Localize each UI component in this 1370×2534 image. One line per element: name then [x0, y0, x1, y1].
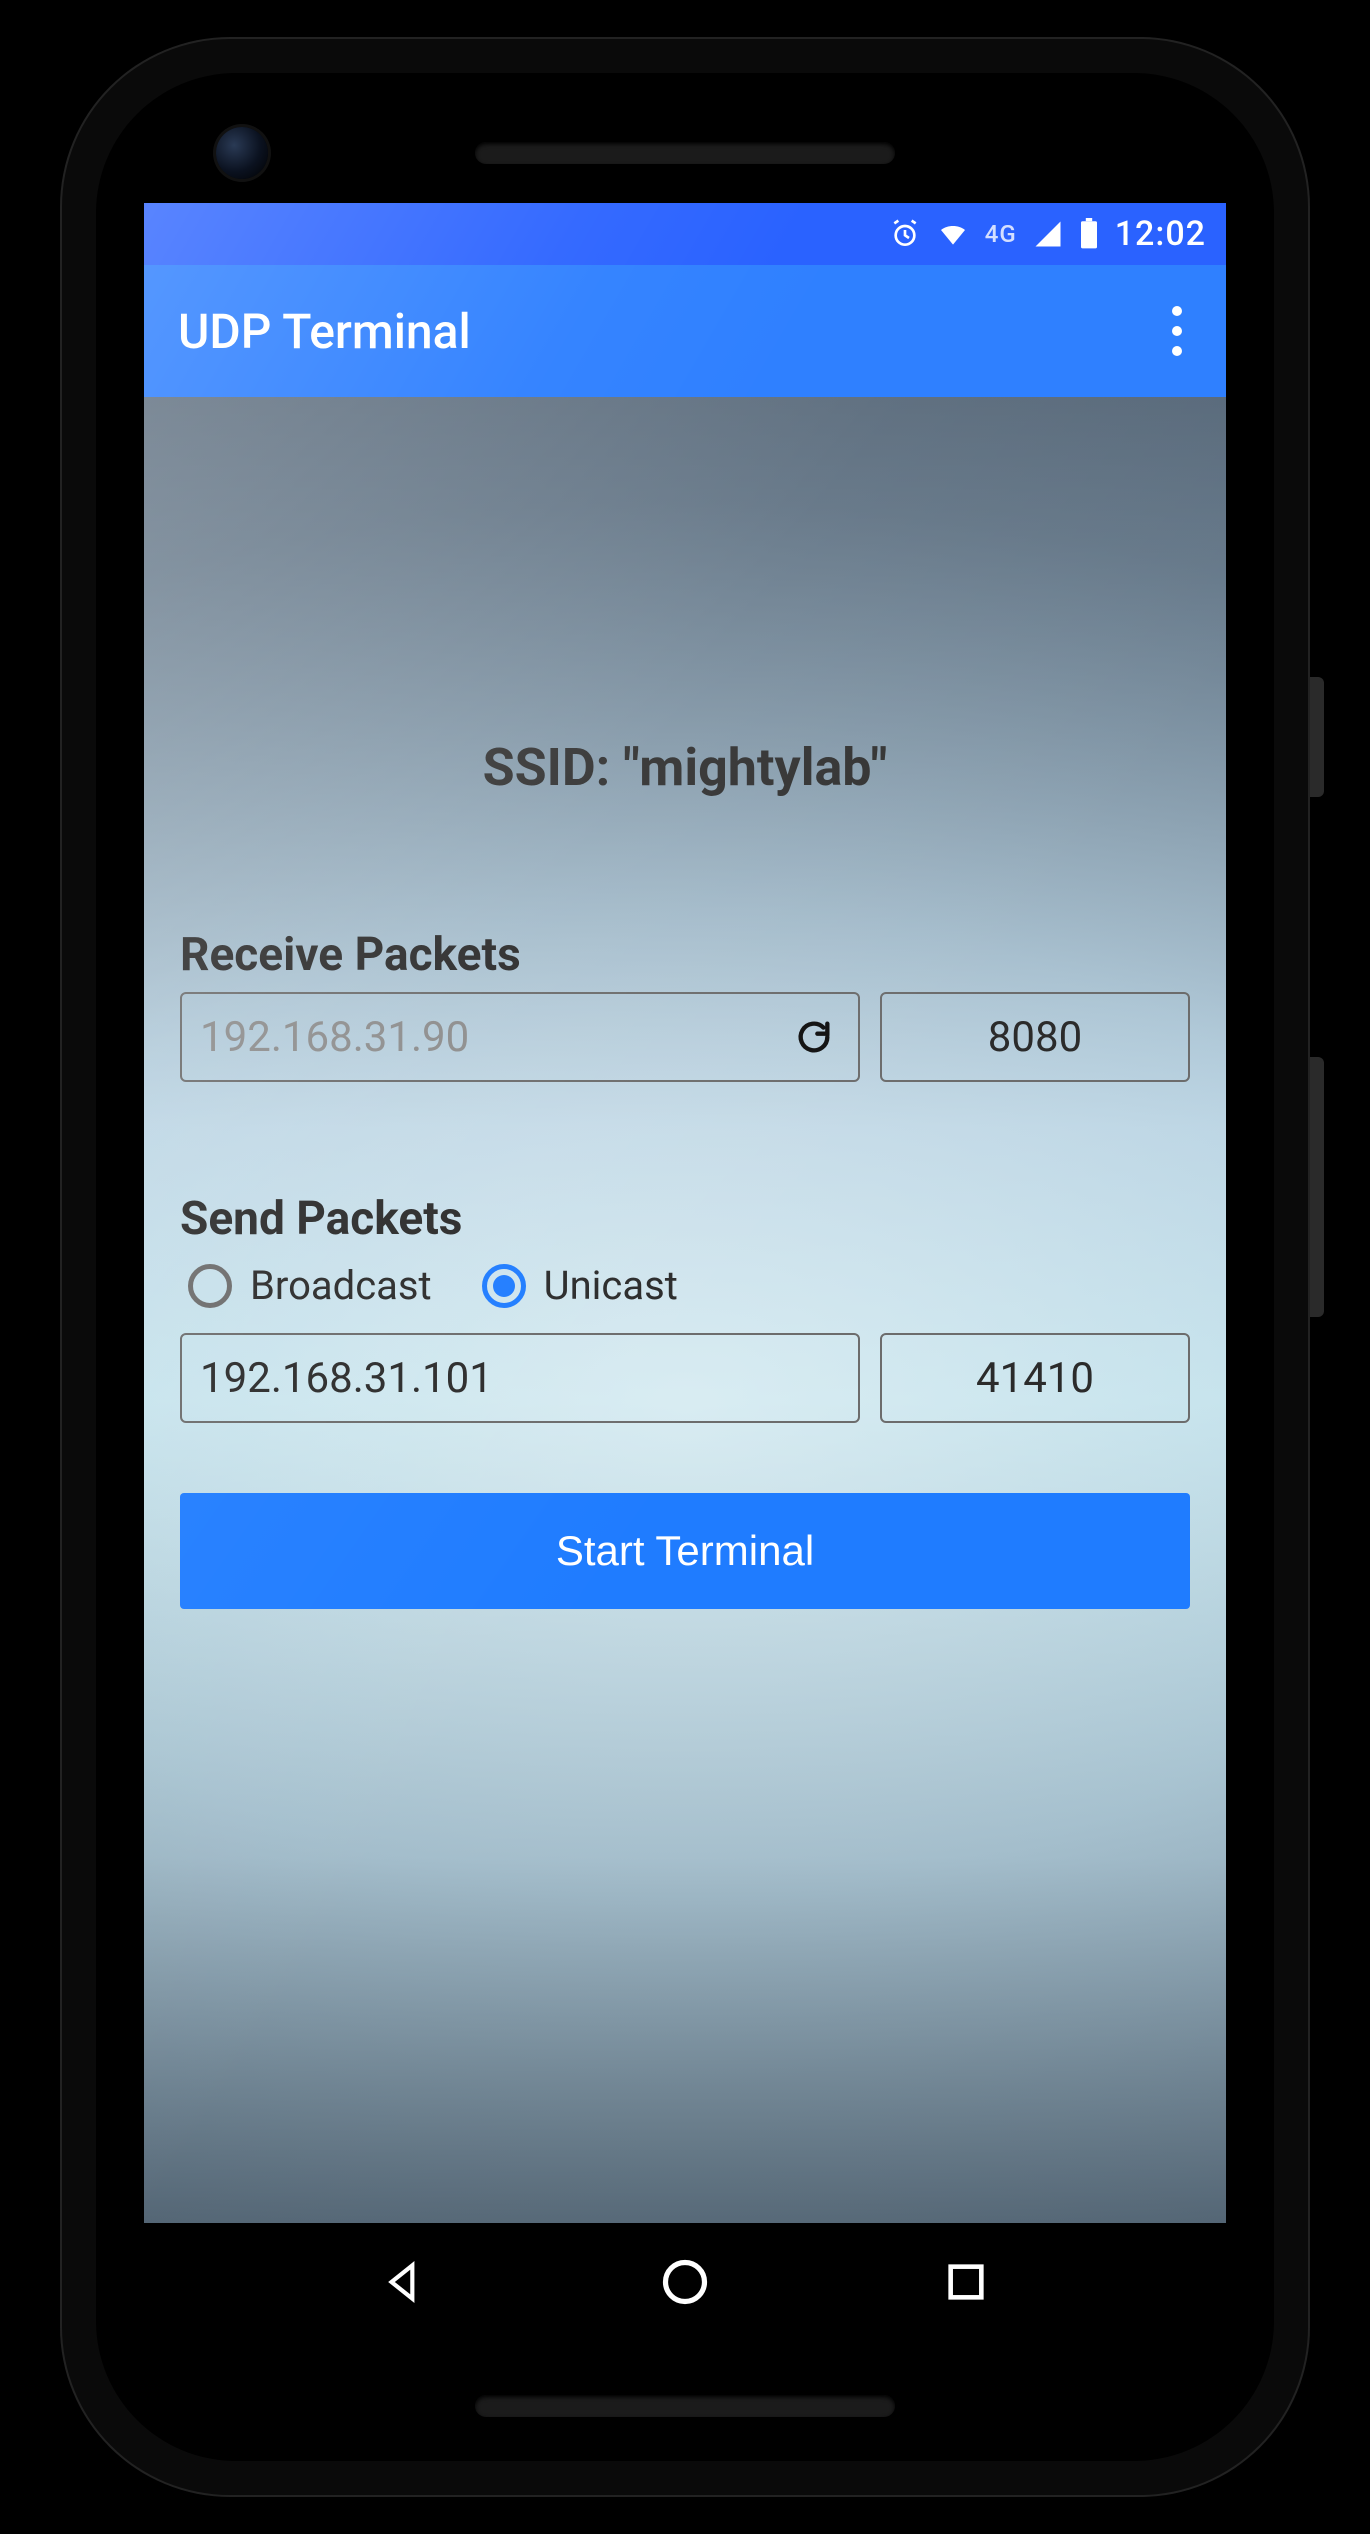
network-type-label: 4G — [985, 220, 1017, 248]
status-time: 12:02 — [1115, 214, 1206, 254]
status-bar: 4G 12:02 — [144, 203, 1226, 265]
receive-ip-field: 192.168.31.90 — [180, 992, 860, 1082]
receive-port-input[interactable] — [900, 1013, 1170, 1062]
phone-top-hardware — [96, 113, 1274, 193]
bottom-speaker — [475, 2395, 895, 2417]
nav-home-button[interactable] — [655, 2252, 715, 2312]
receive-section: Receive Packets 192.168.31.90 — [180, 928, 1190, 1082]
battery-icon — [1079, 218, 1099, 250]
send-ip-field[interactable] — [180, 1333, 860, 1423]
unicast-radio-label[interactable]: Unicast — [544, 1262, 678, 1309]
broadcast-radio-label[interactable]: Broadcast — [250, 1262, 432, 1309]
phone-frame: 4G 12:02 UD — [60, 37, 1310, 2497]
stage: 4G 12:02 UD — [0, 0, 1370, 2534]
nav-recents-button[interactable] — [936, 2252, 996, 2312]
ssid-label: SSID: "mightylab" — [180, 737, 1190, 798]
overflow-menu-button[interactable] — [1162, 296, 1192, 366]
earpiece — [475, 142, 895, 164]
start-terminal-label: Start Terminal — [556, 1527, 814, 1575]
send-port-input[interactable] — [900, 1354, 1170, 1403]
phone-inner: 4G 12:02 UD — [96, 73, 1274, 2461]
send-section: Send Packets Broadcast Unicast — [180, 1192, 1190, 1609]
app-title: UDP Terminal — [178, 303, 471, 360]
broadcast-radio[interactable] — [188, 1264, 232, 1308]
receive-section-label: Receive Packets — [180, 928, 1190, 982]
phone-side-button-top — [1310, 677, 1324, 797]
front-camera — [216, 127, 268, 179]
send-port-field[interactable] — [880, 1333, 1190, 1423]
send-section-label: Send Packets — [180, 1192, 1190, 1246]
signal-icon — [1033, 219, 1063, 249]
receive-port-field[interactable] — [880, 992, 1190, 1082]
send-mode-radio-group: Broadcast Unicast — [180, 1256, 1190, 1333]
wifi-icon — [937, 218, 969, 250]
app-bar: UDP Terminal — [144, 265, 1226, 397]
start-terminal-button[interactable]: Start Terminal — [180, 1493, 1190, 1609]
screen: 4G 12:02 UD — [144, 203, 1226, 2341]
receive-ip-value: 192.168.31.90 — [200, 1013, 469, 1062]
refresh-ip-button[interactable] — [788, 1011, 840, 1063]
nav-back-button[interactable] — [374, 2252, 434, 2312]
alarm-icon — [889, 218, 921, 250]
content-area: SSID: "mightylab" Receive Packets 192.16… — [144, 397, 1226, 2223]
phone-side-button-bottom — [1310, 1057, 1324, 1317]
android-nav-bar — [144, 2223, 1226, 2341]
send-ip-input[interactable] — [200, 1354, 840, 1403]
unicast-radio[interactable] — [482, 1264, 526, 1308]
